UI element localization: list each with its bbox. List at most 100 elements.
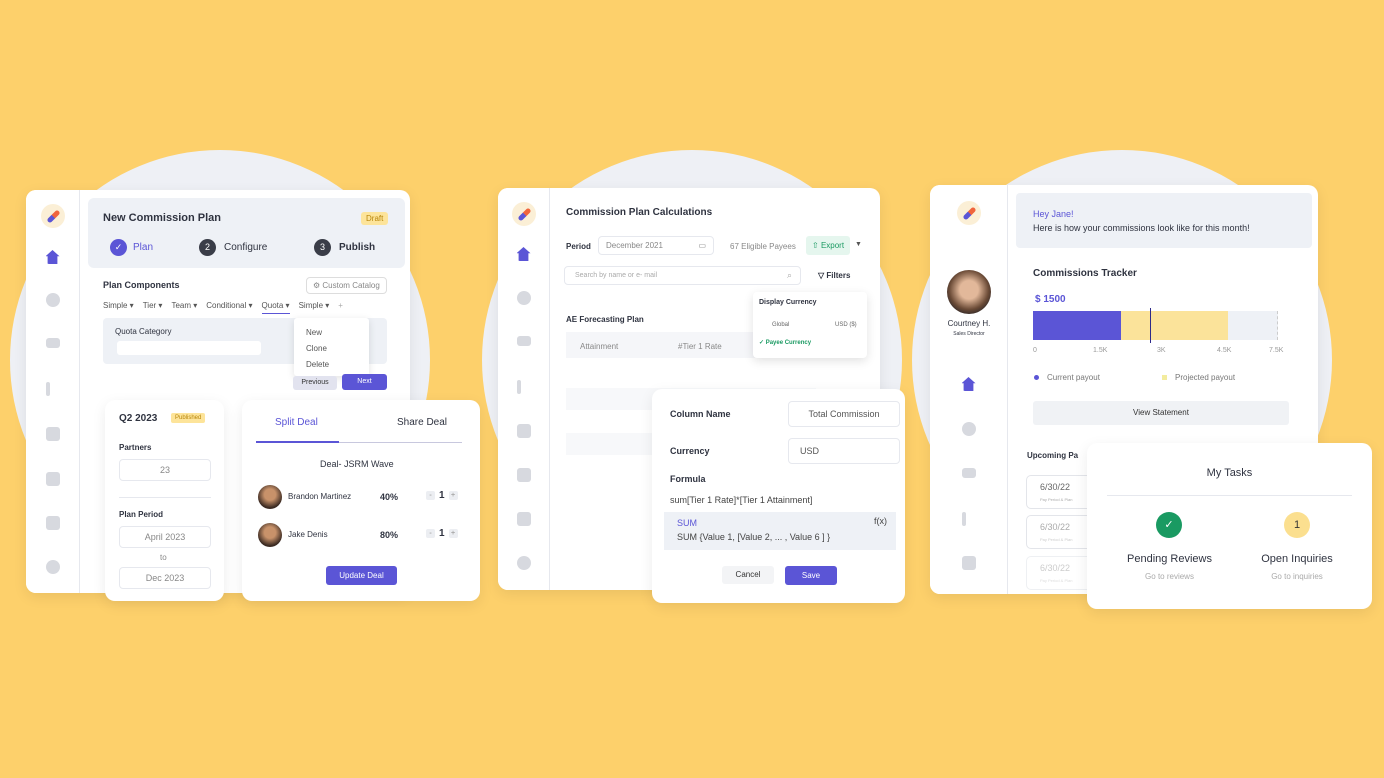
- menu-item-delete[interactable]: Delete: [306, 360, 329, 369]
- star-icon[interactable]: [961, 422, 976, 436]
- tick-label: 3K: [1157, 347, 1166, 354]
- quantity-stepper[interactable]: -1 +: [422, 528, 462, 539]
- menu-item-clone[interactable]: Clone: [306, 344, 327, 353]
- tab-simple[interactable]: Simple ▾: [103, 301, 134, 314]
- payout-card[interactable]: 6/30/22 Pay Period & Plan: [1026, 475, 1096, 509]
- wand-icon[interactable]: [961, 512, 966, 526]
- next-button[interactable]: Next: [342, 374, 387, 390]
- tab-quota[interactable]: Quota ▾: [261, 301, 290, 314]
- card-icon[interactable]: [45, 427, 60, 441]
- function-suggestion[interactable]: [664, 512, 896, 550]
- tab-active-indicator: [256, 441, 339, 443]
- cancel-button[interactable]: Cancel: [722, 566, 774, 584]
- update-deal-button[interactable]: Update Deal: [326, 566, 397, 585]
- payout-card[interactable]: 6/30/22 Pay Period & Plan: [1026, 515, 1096, 549]
- formula-label: Formula: [670, 474, 706, 484]
- ticket-icon[interactable]: [45, 338, 60, 348]
- split-percent: 40%: [380, 492, 399, 502]
- to-label: to: [160, 553, 167, 562]
- custom-catalog-label: Custom Catalog: [322, 281, 380, 290]
- gear-icon[interactable]: [516, 556, 531, 570]
- search-input[interactable]: Search by name or e- mail ⌕: [564, 266, 801, 285]
- formula-modal: Column Name Total Commission Currency US…: [652, 389, 905, 603]
- user-avatar[interactable]: [947, 270, 991, 314]
- search-icon: ⌕: [786, 270, 792, 280]
- open-inquiries-label: Open Inquiries: [1261, 553, 1333, 565]
- column-header: Attainment: [580, 342, 619, 351]
- period-from-input[interactable]: April 2023: [119, 526, 211, 548]
- go-to-inquiries-link[interactable]: Go to inquiries: [1232, 572, 1362, 581]
- greeting-banner: [1016, 193, 1312, 248]
- menu-item-new[interactable]: New: [306, 328, 322, 337]
- check-icon: ✓: [759, 340, 765, 346]
- split-percent: 80%: [380, 530, 399, 540]
- plus-button[interactable]: +: [448, 490, 458, 500]
- tab-tier[interactable]: Tier ▾: [143, 301, 163, 314]
- tab-share-deal[interactable]: Share Deal: [397, 417, 447, 428]
- chart-icon[interactable]: [45, 516, 60, 530]
- chart-icon[interactable]: [516, 512, 531, 526]
- status-badge: Published: [171, 413, 206, 423]
- ticket-icon[interactable]: [516, 336, 531, 346]
- save-button[interactable]: Save: [785, 566, 837, 585]
- step-plan[interactable]: Plan: [133, 242, 153, 253]
- home-icon[interactable]: [961, 377, 976, 391]
- column-header: #Tier 1 Rate: [678, 342, 722, 351]
- tab-simple-2[interactable]: Simple ▾: [299, 301, 330, 314]
- quantity-stepper[interactable]: -1 +: [422, 490, 462, 501]
- view-statement-button[interactable]: View Statement: [1033, 401, 1289, 425]
- export-button[interactable]: ⇧ Export: [806, 236, 851, 255]
- currency-input[interactable]: USD: [788, 438, 900, 464]
- menu-item-payee-currency[interactable]: ✓ Payee Currency: [759, 339, 811, 346]
- column-name-input[interactable]: Total Commission: [788, 401, 900, 427]
- divider: [1107, 495, 1352, 496]
- star-icon[interactable]: [516, 291, 531, 305]
- megaphone-icon[interactable]: [45, 472, 60, 486]
- divider: [119, 497, 211, 498]
- avatar: [258, 485, 282, 509]
- step-publish[interactable]: Publish: [339, 242, 375, 253]
- calendar-icon: ▭: [698, 241, 706, 250]
- minus-button[interactable]: -: [426, 528, 435, 538]
- payout-card[interactable]: 6/30/22 Pay Period & Plan: [1026, 556, 1096, 590]
- card-icon[interactable]: [516, 424, 531, 438]
- period-to-input[interactable]: Dec 2023: [119, 567, 211, 589]
- star-icon[interactable]: [45, 293, 60, 307]
- tab-conditional[interactable]: Conditional ▾: [206, 301, 252, 314]
- step-configure[interactable]: Configure: [224, 242, 267, 253]
- export-chevron-down-icon[interactable]: ▼: [855, 241, 862, 248]
- quota-dropdown-menu: New Clone Delete: [294, 318, 369, 376]
- gear-icon[interactable]: [45, 560, 60, 574]
- home-icon[interactable]: [45, 250, 60, 264]
- minus-button[interactable]: -: [426, 490, 435, 500]
- megaphone-icon[interactable]: [516, 468, 531, 482]
- period-date-picker[interactable]: December 2021 ▭: [598, 236, 714, 255]
- section-title: Plan Components: [103, 280, 180, 290]
- card-icon[interactable]: [961, 556, 976, 570]
- quarter-card: Q2 2023 Published Partners 23 Plan Perio…: [105, 400, 224, 601]
- ticket-icon[interactable]: [961, 468, 976, 478]
- wand-icon[interactable]: [45, 382, 50, 396]
- add-tab-button[interactable]: +: [338, 301, 343, 314]
- step-2-icon[interactable]: 2: [199, 239, 216, 256]
- custom-catalog-button[interactable]: ⚙ Custom Catalog: [306, 277, 387, 294]
- sidebar: [26, 190, 80, 593]
- quota-category-input[interactable]: [117, 341, 261, 355]
- tab-split-deal[interactable]: Split Deal: [275, 417, 318, 428]
- check-icon: ✓: [1156, 512, 1182, 538]
- partners-input[interactable]: 23: [119, 459, 211, 481]
- pending-reviews-label: Pending Reviews: [1127, 553, 1212, 565]
- go-to-reviews-link[interactable]: Go to reviews: [1087, 572, 1252, 581]
- home-icon[interactable]: [516, 247, 531, 261]
- menu-item-global[interactable]: Global: [772, 322, 789, 328]
- step-3-icon[interactable]: 3: [314, 239, 331, 256]
- plus-button[interactable]: +: [448, 528, 458, 538]
- step-1-icon[interactable]: ✓: [110, 239, 127, 256]
- legend-projected: Projected payout: [1162, 373, 1235, 382]
- tab-team[interactable]: Team ▾: [171, 301, 197, 314]
- previous-button[interactable]: Previous: [293, 376, 337, 390]
- eligible-payees: 67 Eligible Payees: [730, 242, 796, 251]
- wand-icon[interactable]: [516, 380, 521, 394]
- formula-expression[interactable]: sum[Tier 1 Rate]*[Tier 1 Attainment]: [670, 495, 812, 505]
- filters-button[interactable]: ▽ Filters: [818, 271, 850, 280]
